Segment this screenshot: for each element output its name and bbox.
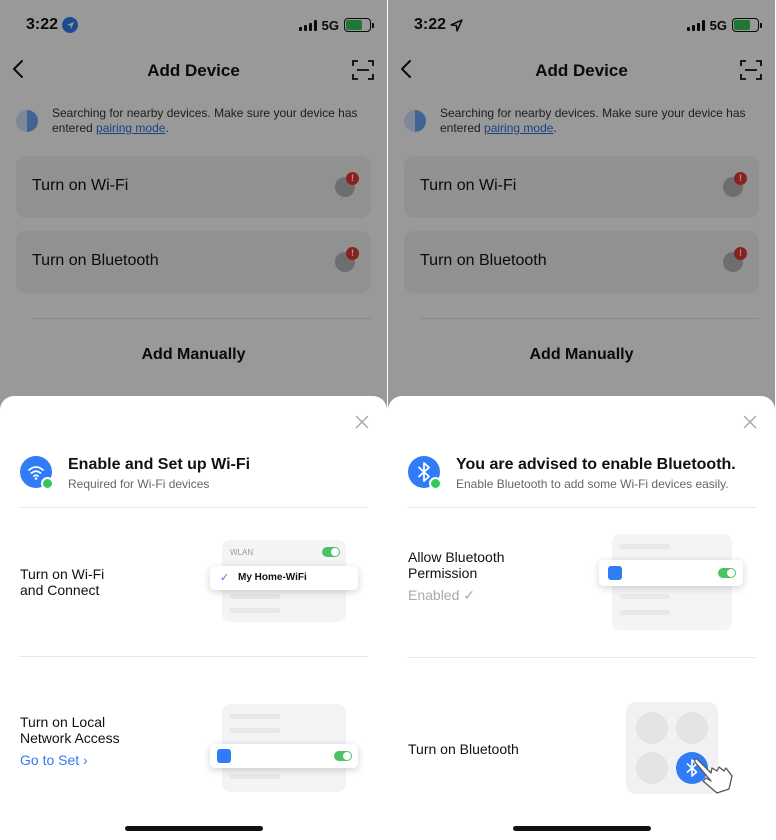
- toggle-on: [322, 547, 340, 557]
- go-to-set-link[interactable]: Go to Set ›: [20, 752, 88, 768]
- screen-wifi-setup: 3:22 5G Add Device Searching for nearby …: [0, 0, 387, 840]
- step-bluetooth-permission: Allow Bluetooth Permission: [408, 549, 505, 581]
- checkmark-icon: ✓: [220, 572, 230, 584]
- check-badge-icon: [41, 477, 54, 490]
- bluetooth-icon: [608, 566, 622, 580]
- sheet-title: Enable and Set up Wi-Fi: [68, 456, 251, 473]
- sheet-title: You are advised to enable Bluetooth.: [456, 456, 736, 473]
- local-network-row: [210, 744, 358, 768]
- wifi-icon: [20, 456, 54, 490]
- sheet-subtitle: Enable Bluetooth to add some Wi-Fi devic…: [456, 477, 729, 491]
- permission-status: Enabled ✓: [408, 587, 475, 603]
- screen-bluetooth-setup: 3:22 5G Add Device Searching for nearby …: [388, 0, 775, 840]
- check-badge-icon: [429, 477, 442, 490]
- hand-pointer-icon: [694, 758, 733, 794]
- sheet-header: You are advised to enable Bluetooth. Ena…: [408, 456, 757, 506]
- divider: [407, 657, 756, 658]
- airplane-icon: [636, 712, 668, 744]
- step-turn-on-bluetooth: Turn on Bluetooth: [408, 741, 519, 757]
- divider: [407, 507, 756, 508]
- wifi-setup-sheet: Enable and Set up Wi-Fi Required for Wi-…: [0, 396, 387, 840]
- wifi-network-row: ✓ My Home-WiFi: [210, 566, 358, 590]
- divider: [19, 507, 368, 508]
- bluetooth-icon: [408, 456, 442, 490]
- home-indicator[interactable]: [124, 826, 263, 831]
- sheet-subtitle: Required for Wi-Fi devices: [68, 477, 210, 491]
- step-local-network: Turn on Local Network Access: [20, 714, 120, 746]
- toggle-on: [334, 751, 352, 761]
- step-wifi-connect: Turn on Wi-Fi and Connect: [20, 566, 105, 598]
- sheet-header: Enable and Set up Wi-Fi Required for Wi-…: [20, 456, 369, 506]
- bluetooth-permission-row: [599, 560, 743, 586]
- close-icon[interactable]: [743, 415, 757, 429]
- toggle-on: [718, 568, 736, 578]
- antenna-icon: [676, 712, 708, 744]
- globe-icon: [217, 749, 231, 763]
- divider: [19, 656, 368, 657]
- bluetooth-setup-sheet: You are advised to enable Bluetooth. Ena…: [388, 396, 775, 840]
- close-icon[interactable]: [355, 415, 369, 429]
- wifi-icon: [636, 752, 668, 784]
- home-indicator[interactable]: [512, 826, 651, 831]
